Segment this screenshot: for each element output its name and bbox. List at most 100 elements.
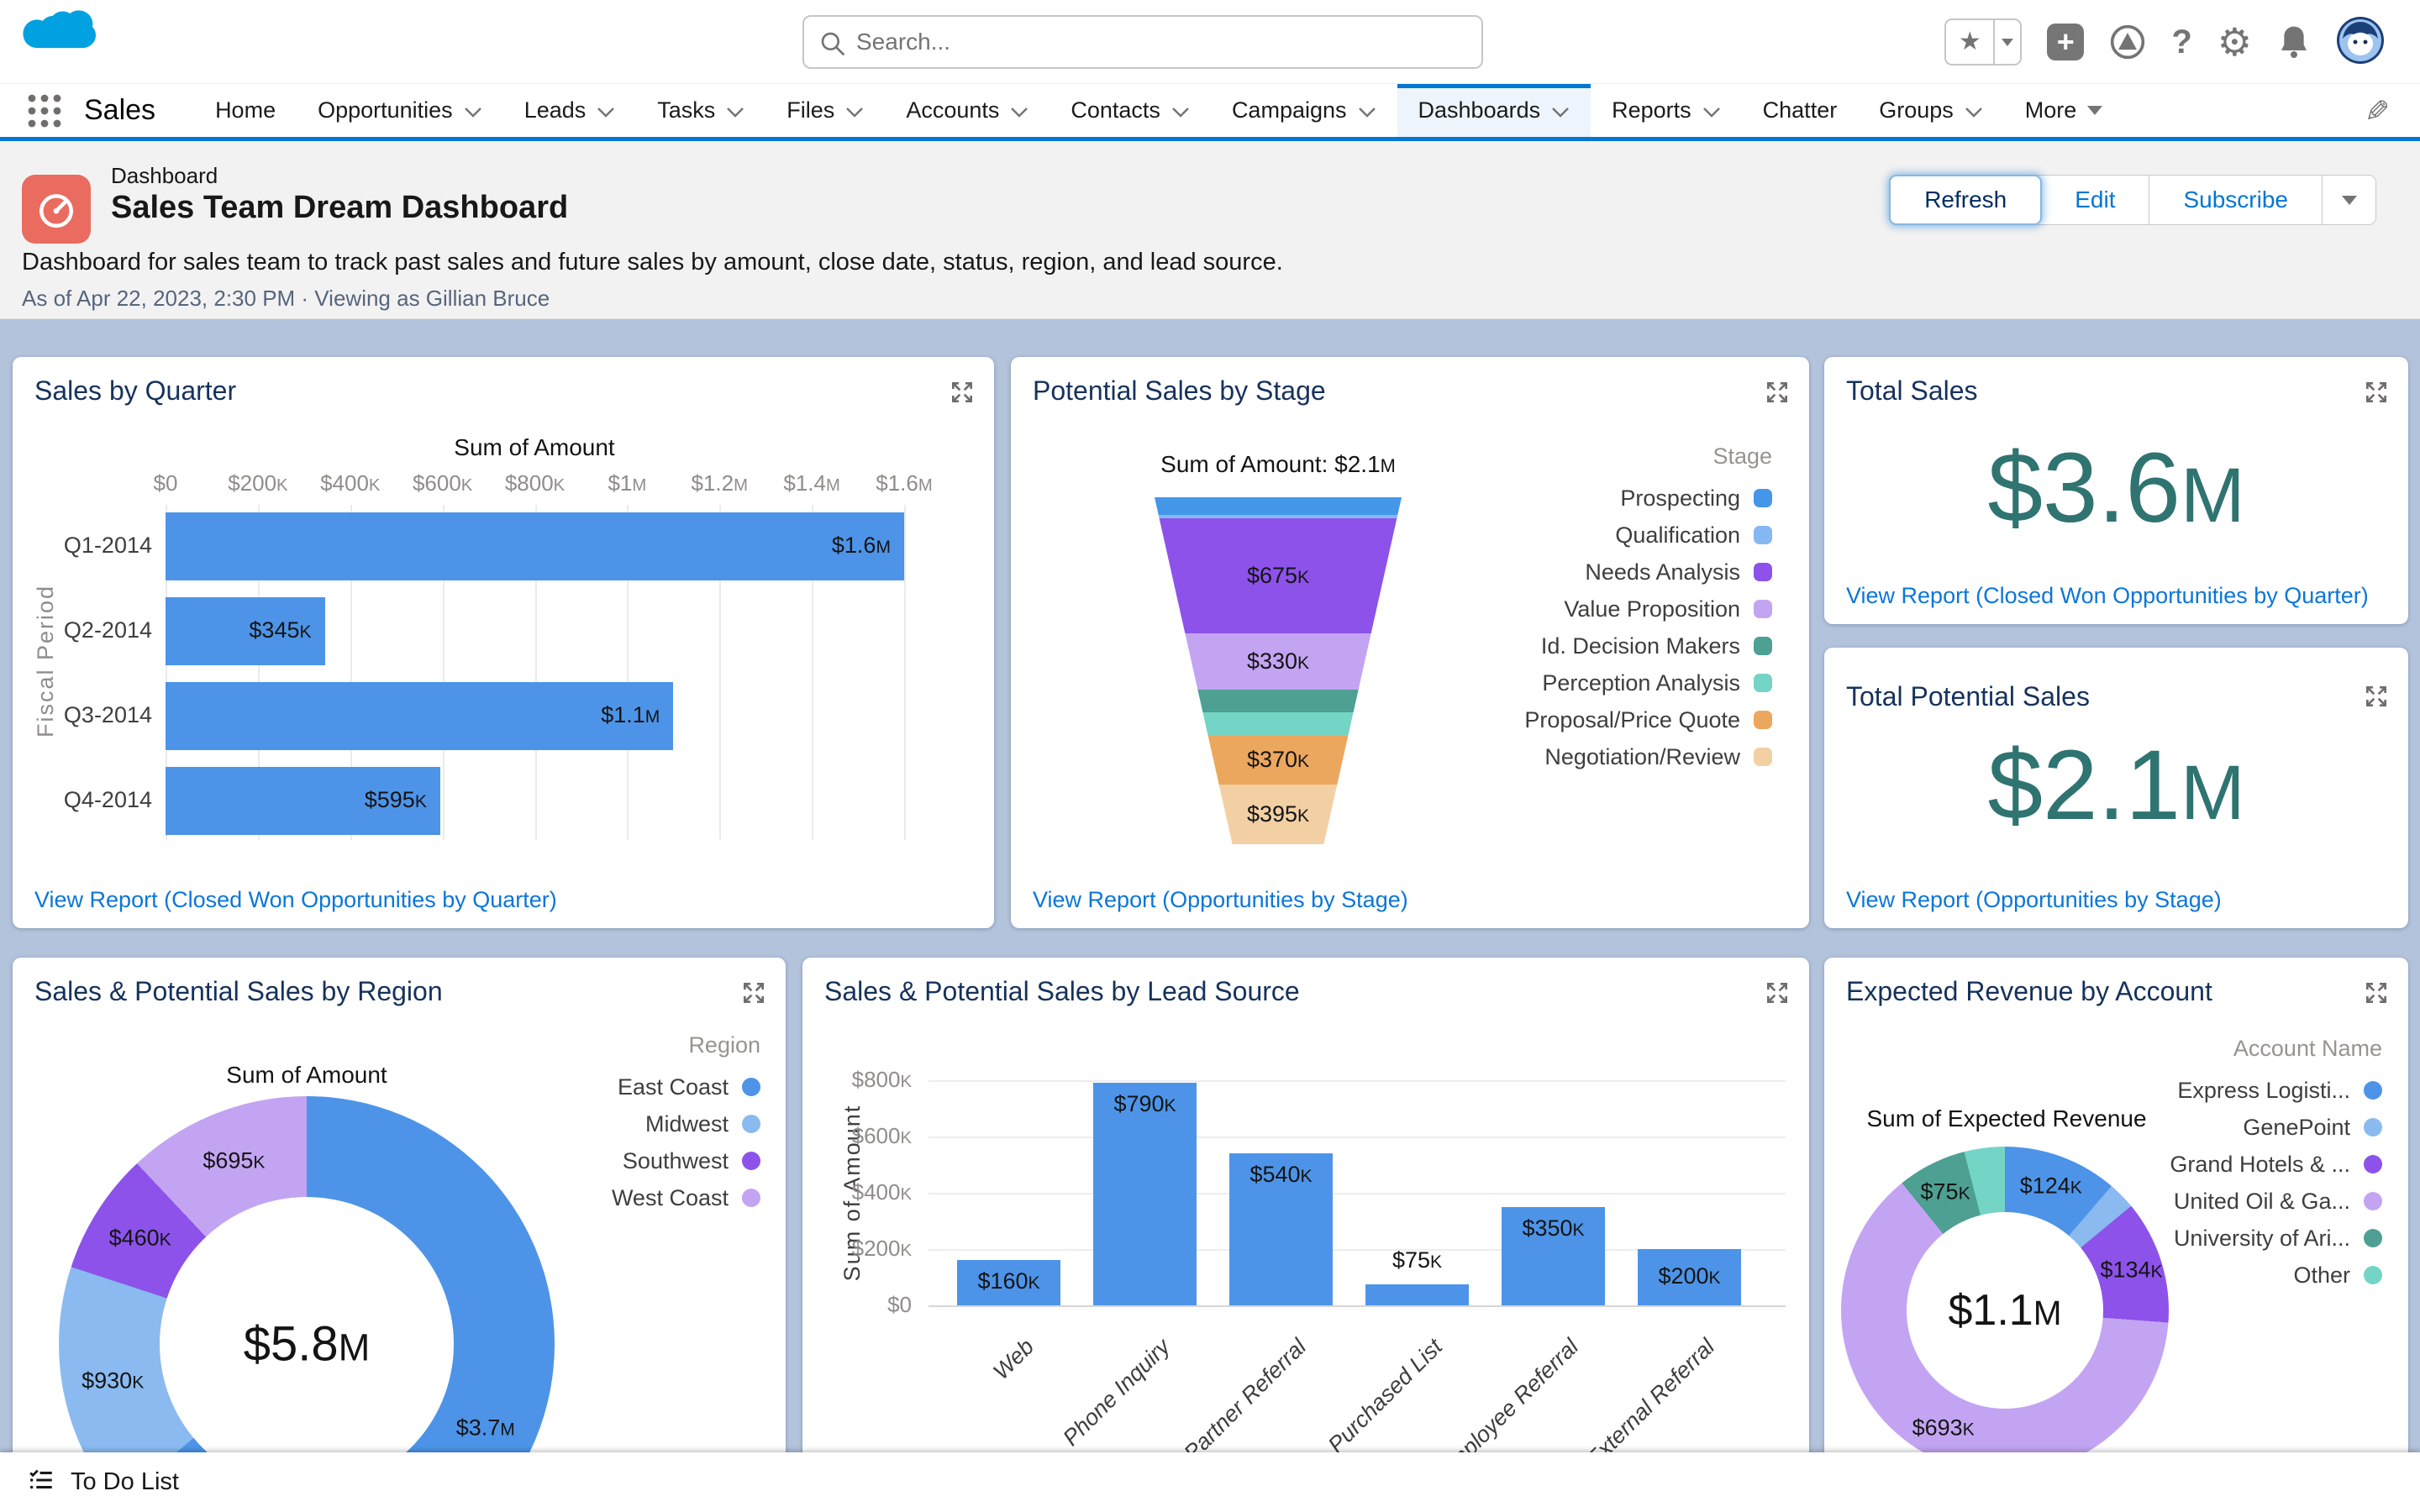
slice-label-Grand Hotels & ...: $134K <box>2100 1257 2163 1283</box>
legend-swatch <box>742 1115 760 1133</box>
legend-swatch <box>742 1189 760 1207</box>
legend-item[interactable]: Perception Analysis <box>1542 664 1772 701</box>
bar-chart-vertical: $0 $200K $400K $600K $800K $160K Web $790K Phone… <box>802 958 1809 1512</box>
notifications-bell-icon[interactable] <box>2277 24 2311 60</box>
salesforce-cloud-logo[interactable] <box>22 8 96 65</box>
as-of-status: As of Apr 22, 2023, 2:30 PM · Viewing as… <box>22 286 550 311</box>
tab-dashboards[interactable]: Dashboards <box>1397 84 1591 137</box>
widget-title[interactable]: Total Potential Sales <box>1846 681 2090 712</box>
more-actions-caret[interactable] <box>2322 176 2375 224</box>
todo-list-button[interactable]: To Do List <box>71 1468 179 1496</box>
legend-item[interactable]: Value Proposition <box>1564 591 1772 627</box>
legend-item[interactable]: Proposal/Price Quote <box>1524 701 1772 738</box>
subscribe-button[interactable]: Subscribe <box>2149 176 2322 224</box>
view-report-link[interactable]: View Report (Opportunities by Stage) <box>1846 887 2222 913</box>
expand-icon[interactable] <box>2363 683 2390 710</box>
legend-item[interactable]: Other <box>2293 1257 2382 1294</box>
legend-swatch <box>1754 674 1772 692</box>
legend-item[interactable]: Grand Hotels & ... <box>2170 1146 2382 1183</box>
view-report-link[interactable]: View Report (Opportunities by Stage) <box>1033 887 1408 913</box>
global-header: ★ + ? ⚙ <box>0 0 2420 84</box>
legend-item[interactable]: East Coast <box>618 1068 760 1105</box>
funnel-segment-Needs Analysis: $675K <box>1155 518 1402 634</box>
expand-icon[interactable] <box>2363 379 2390 406</box>
help-icon[interactable]: ? <box>2171 24 2191 61</box>
widget-title[interactable]: Potential Sales by Stage <box>1033 375 1326 407</box>
edit-button[interactable]: Edit <box>2041 176 2149 224</box>
legend-title: Stage <box>1712 443 1772 469</box>
category-label: Q4-2014 <box>63 786 152 812</box>
legend-item[interactable]: GenePoint <box>2243 1109 2382 1146</box>
gridline <box>929 1193 1786 1194</box>
refresh-button[interactable]: Refresh <box>1889 175 2043 225</box>
panel-sales-by-region: Sales & Potential Sales by Region Sum of… <box>13 958 786 1512</box>
chevron-down-icon <box>846 108 864 118</box>
expand-icon[interactable] <box>1764 379 1791 406</box>
star-icon[interactable]: ★ <box>1946 20 1993 64</box>
chevron-down-icon <box>1011 108 1028 118</box>
panel-sales-by-lead-source: Sales & Potential Sales by Lead Source S… <box>802 958 1809 1512</box>
chevron-down-icon <box>464 108 481 118</box>
legend-swatch <box>1754 637 1772 655</box>
chart-title: Sum of Amount: $2.1M <box>1160 451 1396 477</box>
nav-tabs: Home Opportunities Leads Tasks Files Acc… <box>194 84 2123 137</box>
category-label: Q2-2014 <box>63 617 152 643</box>
tab-contacts[interactable]: Contacts <box>1050 84 1211 137</box>
view-report-link[interactable]: View Report (Closed Won Opportunities by… <box>34 887 557 913</box>
legend-item[interactable]: Prospecting <box>1620 480 1772 517</box>
view-report-link[interactable]: View Report (Closed Won Opportunities by… <box>1846 583 2369 609</box>
tab-more[interactable]: More <box>2004 84 2124 137</box>
legend-item[interactable]: United Oil & Ga... <box>2174 1183 2382 1220</box>
setup-gear-icon[interactable]: ⚙ <box>2217 19 2252 65</box>
legend-item[interactable]: Needs Analysis <box>1585 554 1772 591</box>
tab-tasks[interactable]: Tasks <box>636 84 765 137</box>
tab-opportunities[interactable]: Opportunities <box>297 84 503 137</box>
legend-account-name: Account Name Express Logisti... GenePoin… <box>2170 1030 2382 1294</box>
legend-item[interactable]: Id. Decision Makers <box>1541 627 1772 664</box>
dashboard-canvas: Sales by Quarter Sum of Amount Fiscal Pe… <box>0 319 2420 1512</box>
tab-files[interactable]: Files <box>765 84 885 137</box>
tab-chatter[interactable]: Chatter <box>1742 84 1859 137</box>
user-avatar[interactable] <box>2336 16 2385 69</box>
app-name[interactable]: Sales <box>84 84 155 137</box>
global-actions-icon[interactable]: + <box>2047 24 2085 60</box>
legend-title: Region <box>688 1032 760 1058</box>
legend-swatch <box>2364 1118 2382 1137</box>
favorites-caret-icon[interactable] <box>1995 38 2020 46</box>
tab-reports[interactable]: Reports <box>1591 84 1742 137</box>
entity-label: Dashboard <box>111 163 218 188</box>
bar-Purchased List <box>1365 1284 1469 1305</box>
funnel-segment-Negotiation/Review: $395K <box>1155 784 1402 844</box>
cloud-icon <box>23 10 96 49</box>
category-label: Q1-2014 <box>63 532 152 558</box>
tab-accounts[interactable]: Accounts <box>885 84 1050 137</box>
app-nav-bar: Sales Home Opportunities Leads Tasks Fil… <box>0 84 2420 141</box>
guidance-center-icon[interactable] <box>2109 24 2146 60</box>
legend-item[interactable]: Express Logisti... <box>2177 1072 2382 1109</box>
tab-leads[interactable]: Leads <box>503 84 637 137</box>
tab-campaigns[interactable]: Campaigns <box>1211 84 1397 137</box>
legend-region: Region East Coast Midwest Southwest West… <box>612 1026 760 1216</box>
y-tick-label: $600K <box>851 1123 912 1148</box>
legend-item[interactable]: Qualification <box>1615 517 1772 554</box>
search-input[interactable] <box>855 18 1468 66</box>
chevron-down-icon <box>1358 108 1376 118</box>
legend-item[interactable]: Negotiation/Review <box>1544 738 1772 775</box>
legend-item[interactable]: Southwest <box>623 1142 760 1179</box>
slice-label-West Coast: $695K <box>203 1147 266 1173</box>
funnel-segment-Value Proposition: $330K <box>1155 633 1402 690</box>
bar-value-label: $75K <box>1392 1247 1443 1273</box>
segment-value-label: $675K <box>1246 563 1310 589</box>
tab-home[interactable]: Home <box>194 84 297 137</box>
favorites-button[interactable]: ★ <box>1944 18 2023 66</box>
app-launcher-waffle-icon[interactable] <box>25 84 64 137</box>
widget-title[interactable]: Total Sales <box>1846 375 1978 407</box>
bar-value-label: $1.6M <box>831 532 891 558</box>
legend-item[interactable]: University of Ari... <box>2174 1220 2382 1257</box>
tab-groups[interactable]: Groups <box>1858 84 2004 137</box>
gridline <box>929 1137 1786 1138</box>
legend-item[interactable]: West Coast <box>612 1179 760 1216</box>
edit-nav-pencil-icon[interactable]: ✎ <box>2365 94 2390 129</box>
legend-item[interactable]: Midwest <box>645 1105 760 1142</box>
donut-center-value: $1.1M <box>1948 1286 2062 1335</box>
